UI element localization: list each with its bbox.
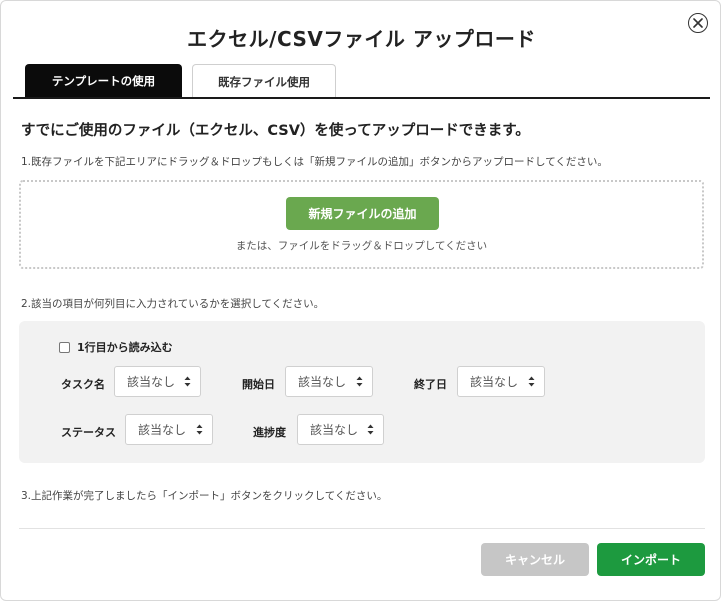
file-dropzone[interactable]: 新規ファイルの追加 または、ファイルをドラッグ＆ドロップしてください xyxy=(19,180,704,269)
sort-arrows-icon xyxy=(184,376,191,387)
task-name-label: タスク名 xyxy=(61,378,105,391)
step-2-instruction: 2.該当の項目が何列目に入力されているかを選択してください。 xyxy=(21,298,325,310)
sort-arrows-icon xyxy=(356,376,363,387)
headline: すでにご使用のファイル（エクセル、CSV）を使ってアップロードできます。 xyxy=(21,123,530,139)
upload-dialog: エクセル/CSVファイル アップロード テンプレートの使用 既存ファイル使用 す… xyxy=(0,0,721,601)
footer-divider xyxy=(19,528,705,529)
start-date-label: 開始日 xyxy=(242,378,275,391)
end-date-select-value: 該当なし xyxy=(470,375,519,389)
first-row-checkbox[interactable] xyxy=(59,341,70,353)
tab-template[interactable]: テンプレートの使用 xyxy=(25,64,182,97)
task-name-select-value: 該当なし xyxy=(127,375,176,389)
add-file-button[interactable]: 新規ファイルの追加 xyxy=(286,197,439,230)
first-row-checkbox-label: 1行目から読み込む xyxy=(77,341,173,354)
step-3-instruction: 3.上記作業が完了しましたら「インポート」ボタンをクリックしてください。 xyxy=(21,490,388,502)
end-date-select[interactable]: 該当なし xyxy=(457,366,545,397)
start-date-select-value: 該当なし xyxy=(298,375,347,389)
progress-label: 進捗度 xyxy=(253,426,286,439)
close-button[interactable] xyxy=(688,13,708,33)
end-date-label: 終了日 xyxy=(414,378,447,391)
sort-arrows-icon xyxy=(196,424,203,435)
start-date-select[interactable]: 該当なし xyxy=(285,366,373,397)
tab-existing-file[interactable]: 既存ファイル使用 xyxy=(192,64,336,98)
sort-arrows-icon xyxy=(367,424,374,435)
status-select[interactable]: 該当なし xyxy=(125,414,213,445)
dialog-title: エクセル/CSVファイル アップロード xyxy=(187,27,536,51)
sort-arrows-icon xyxy=(528,376,535,387)
cancel-button[interactable]: キャンセル xyxy=(481,543,589,576)
step-1-instruction: 1.既存ファイルを下記エリアにドラッグ＆ドロップもしくは「新規ファイルの追加」ボ… xyxy=(21,156,608,168)
import-button[interactable]: インポート xyxy=(597,543,705,576)
status-select-value: 該当なし xyxy=(138,423,187,437)
drop-hint: または、ファイルをドラッグ＆ドロップしてください xyxy=(235,240,488,252)
task-name-select[interactable]: 該当なし xyxy=(114,366,201,397)
progress-select-value: 該当なし xyxy=(310,423,359,437)
progress-select[interactable]: 該当なし xyxy=(297,414,384,445)
column-mapping-panel: 1行目から読み込む タスク名 該当なし 開始日 該当なし 終了日 該当なし ステ… xyxy=(19,321,705,463)
close-icon xyxy=(693,18,703,28)
first-row-option[interactable]: 1行目から読み込む xyxy=(59,339,173,355)
status-label: ステータス xyxy=(61,426,116,439)
tab-divider xyxy=(13,97,710,99)
